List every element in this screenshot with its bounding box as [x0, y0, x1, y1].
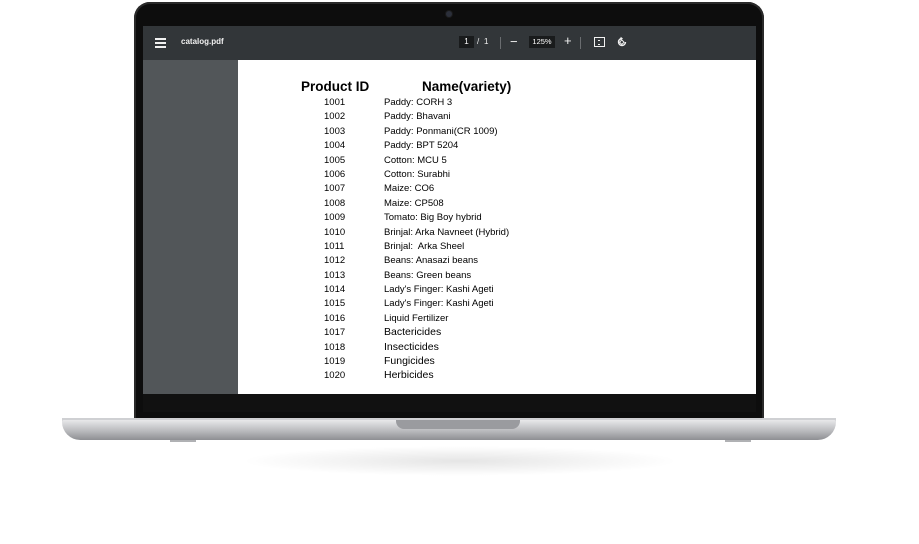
- table-row: 1006 Cotton: Surabhi: [238, 169, 756, 183]
- product-id-cell: 1015: [324, 298, 346, 310]
- product-table: 1001 Paddy: CORH 3 1002 Paddy: Bhavani 1003 P…: [238, 97, 756, 385]
- zoom-level-input[interactable]: 125%: [529, 36, 555, 48]
- fit-to-page-icon[interactable]: [594, 37, 605, 47]
- table-row: 1017 Bactericides: [238, 326, 756, 341]
- product-id-cell: 1012: [324, 255, 346, 267]
- pdf-toolbar: catalog.pdf 1 / 1 − 125% +: [143, 26, 756, 60]
- table-row: 1019 Fungicides: [238, 355, 756, 370]
- zoom-in-button[interactable]: +: [564, 33, 572, 49]
- product-id-cell: 1020: [324, 370, 346, 382]
- product-id-cell: 1004: [324, 140, 346, 152]
- table-row: 1013 Beans: Green beans: [238, 270, 756, 284]
- webcam: [446, 11, 452, 17]
- laptop-foot: [725, 440, 751, 442]
- toolbar-divider: [580, 37, 581, 49]
- page-total: 1: [484, 37, 489, 46]
- menu-icon[interactable]: [155, 38, 166, 48]
- toolbar-divider: [500, 37, 501, 49]
- product-name-cell: Paddy: CORH 3: [384, 97, 453, 108]
- table-row: 1007 Maize: CO6: [238, 183, 756, 197]
- product-id-cell: 1009: [324, 212, 346, 224]
- product-id-cell: 1019: [324, 356, 346, 368]
- product-id-cell: 1007: [324, 183, 346, 195]
- product-name-cell: Cotton: MCU 5: [384, 154, 447, 166]
- product-name-cell: Herbicides: [384, 369, 434, 382]
- page-number-input[interactable]: 1: [459, 36, 474, 48]
- product-id-cell: 1008: [324, 197, 346, 209]
- table-row: 1001 Paddy: CORH 3: [238, 97, 756, 111]
- thumbnail-sidebar: [143, 60, 238, 394]
- table-row: 1016 Liquid Fertilizer: [238, 313, 756, 327]
- screen-bezel-bottom: [143, 394, 756, 412]
- product-id-cell: 1003: [324, 125, 346, 137]
- product-id-cell: 1014: [324, 284, 346, 296]
- product-name-cell: Maize: CO6: [384, 183, 435, 195]
- laptop-foot: [170, 440, 196, 442]
- product-name-cell: Lady's Finger: Kashi Ageti: [384, 298, 494, 310]
- product-id-cell: 1005: [324, 154, 346, 166]
- table-row: 1014 Lady's Finger: Kashi Ageti: [238, 284, 756, 298]
- product-id-cell: 1016: [324, 312, 346, 324]
- product-name-cell: Brinjal: Arka Navneet (Hybrid): [384, 226, 510, 238]
- product-id-cell: 1010: [324, 226, 346, 238]
- product-name-cell: Cotton: Surabhi: [384, 168, 451, 180]
- column-header-product-id: Product ID: [301, 79, 370, 94]
- product-name-cell: Beans: Anasazi beans: [384, 255, 479, 267]
- zoom-out-button[interactable]: −: [510, 34, 518, 50]
- product-name-cell: Beans: Green beans: [384, 269, 472, 281]
- table-row: 1018 Insecticides: [238, 340, 756, 356]
- table-row: 1012 Beans: Anasazi beans: [238, 255, 756, 269]
- table-row: 1015 Lady's Finger: Kashi Ageti: [238, 298, 756, 312]
- laptop-opening-notch: [396, 420, 520, 429]
- file-name: catalog.pdf: [181, 37, 224, 46]
- product-name-cell: Maize: CP508: [384, 197, 444, 209]
- product-name-cell: Liquid Fertilizer: [384, 312, 449, 324]
- product-name-cell: Lady's Finger: Kashi Ageti: [384, 284, 494, 296]
- table-row: 1009 Tomato: Big Boy hybrid: [238, 212, 756, 226]
- laptop-screen: catalog.pdf 1 / 1 − 125% + Product ID Na…: [143, 26, 756, 394]
- product-id-cell: 1002: [324, 111, 346, 123]
- product-name-cell: Fungicides: [384, 355, 435, 368]
- product-name-cell: Paddy: BPT 5204: [384, 140, 459, 152]
- table-row: 1020 Herbicides: [238, 369, 756, 384]
- rotate-icon[interactable]: [616, 36, 628, 48]
- pdf-page: Product ID Name(variety) 1001 Paddy: CORH…: [238, 60, 756, 394]
- product-name-cell: Insecticides: [384, 340, 439, 353]
- product-name-cell: Brinjal: Arka Sheel: [384, 240, 465, 252]
- table-row: 1004 Paddy: BPT 5204: [238, 140, 756, 154]
- product-name-cell: Paddy: Bhavani: [384, 111, 451, 123]
- table-row: 1011 Brinjal: Arka Sheel: [238, 241, 756, 255]
- product-id-cell: 1011: [324, 240, 345, 252]
- table-row: 1003 Paddy: Ponmani(CR 1009): [238, 126, 756, 140]
- product-id-cell: 1001: [324, 97, 346, 108]
- product-name-cell: Bactericides: [384, 326, 442, 339]
- product-id-cell: 1006: [324, 168, 346, 180]
- product-name-cell: Tomato: Big Boy hybrid: [384, 212, 482, 224]
- product-id-cell: 1017: [324, 327, 346, 339]
- table-row: 1010 Brinjal: Arka Navneet (Hybrid): [238, 227, 756, 241]
- product-id-cell: 1018: [324, 341, 346, 353]
- page-separator: /: [477, 37, 480, 46]
- product-id-cell: 1013: [324, 269, 346, 281]
- table-row: 1002 Paddy: Bhavani: [238, 111, 756, 125]
- laptop-shadow: [240, 446, 680, 476]
- column-header-name: Name(variety): [422, 79, 512, 94]
- table-row: 1005 Cotton: MCU 5: [238, 155, 756, 169]
- table-row: 1008 Maize: CP508: [238, 198, 756, 212]
- product-name-cell: Paddy: Ponmani(CR 1009): [384, 125, 498, 137]
